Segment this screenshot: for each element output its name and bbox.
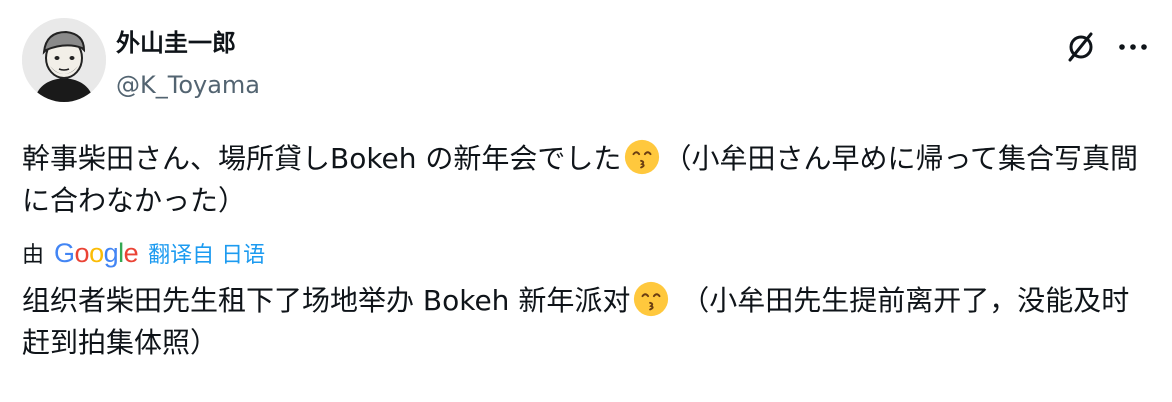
google-logo: Google: [54, 237, 139, 268]
display-name[interactable]: 外山圭一郎: [116, 28, 236, 58]
kissing-face-smiling-eyes-emoji: [625, 139, 660, 175]
post-original-text: 幹事柴田さん、場所貸しBokeh の新年会でした （小牟田さん早めに帰って集合写…: [22, 138, 1142, 222]
translated-text-part1: 组织者柴田先生租下了场地举办 Bokeh 新年派对: [22, 284, 631, 317]
grok-slash-icon: [1068, 32, 1093, 62]
grok-button[interactable]: [1060, 26, 1102, 68]
more-options-button[interactable]: [1112, 26, 1154, 68]
translation-by-prefix: 由: [22, 243, 45, 268]
kissing-face-smiling-eyes-emoji: [634, 281, 669, 317]
post: 外山圭一郎 @K_Toyama 幹事柴田さん、場所貸しBokeh の新年会でした…: [0, 0, 1172, 402]
post-translated-text: 组织者柴田先生租下了场地举办 Bokeh 新年派对 （小牟田先生提前离开了，没能…: [22, 280, 1142, 364]
more-horizontal-icon: [1119, 44, 1147, 50]
translated-from-link[interactable]: 翻译自 日语: [148, 237, 265, 269]
avatar-illustration: [22, 18, 106, 102]
original-text-part1: 幹事柴田さん、場所貸しBokeh の新年会でした: [22, 142, 622, 175]
avatar[interactable]: [22, 18, 106, 102]
user-handle[interactable]: @K_Toyama: [116, 70, 260, 100]
translation-attribution: 由 Google 翻译自 日语: [22, 236, 265, 270]
